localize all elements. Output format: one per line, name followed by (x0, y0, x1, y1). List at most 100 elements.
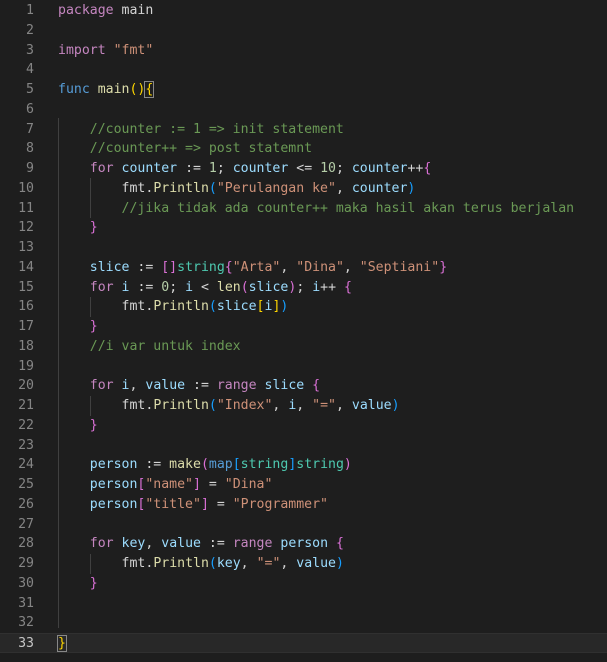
code-token: Println (153, 299, 209, 315)
code-token: func (58, 82, 90, 97)
code-text: } (58, 574, 98, 594)
code-token: "Perulangan ke" (216, 180, 336, 196)
code-text: //i var untuk index (58, 337, 241, 357)
line-number: 18 (18, 338, 34, 354)
code-token: = (200, 477, 225, 492)
code-line[interactable]: 14 slice := []string{"Arta", "Dina", "Se… (0, 258, 607, 278)
code-token: "name" (145, 477, 193, 492)
code-token: "=" (256, 556, 281, 571)
code-token: for (89, 536, 114, 552)
line-number: 12 (18, 220, 34, 236)
code-token: person (89, 477, 138, 492)
code-token: , (343, 259, 360, 275)
code-line[interactable]: 33} (0, 633, 607, 653)
code-token: ( (208, 398, 217, 413)
code-line[interactable]: 27 (0, 515, 607, 535)
code-token: ; (296, 279, 313, 295)
code-token: counter (232, 161, 289, 176)
code-line[interactable]: 8 //counter++ => post statemnt (0, 139, 607, 159)
line-number: 27 (18, 516, 34, 532)
code-line[interactable]: 26 person["title"] = "Programmer" (0, 495, 607, 515)
code-token: ) (391, 398, 400, 413)
code-line[interactable]: 25 person["name"] = "Dina" (0, 475, 607, 495)
code-text: person["title"] = "Programmer" (58, 495, 328, 515)
code-line[interactable]: 15 for i := 0; i < len(slice); i++ { (0, 278, 607, 298)
code-token: i (312, 279, 321, 295)
code-text: for key, value := range person { (58, 534, 344, 554)
code-token: = (208, 496, 233, 512)
code-token: , (145, 536, 162, 552)
code-token: map (208, 457, 233, 473)
code-line[interactable]: 16 fmt.Println(slice[i]) (0, 297, 607, 317)
code-line[interactable]: 20 for i, value := range slice { (0, 376, 607, 396)
code-line[interactable]: 30 } (0, 574, 607, 594)
line-number: 6 (26, 101, 34, 117)
code-token: , (272, 398, 289, 413)
code-token: 1 (208, 161, 217, 176)
code-token: string (240, 457, 289, 473)
code-token: main (121, 3, 154, 18)
code-line[interactable]: 7 //counter := 1 => init statement (0, 120, 607, 140)
code-line[interactable]: 1 package main (0, 1, 607, 21)
code-text: //counter++ => post statemnt (58, 139, 312, 159)
code-line[interactable]: 11 //jika tidak ada counter++ maka hasil… (0, 199, 607, 219)
code-line[interactable]: 24 person := make(map[string]string) (0, 455, 607, 475)
line-number: 22 (18, 417, 34, 433)
code-text: } (58, 416, 98, 436)
code-token: counter (351, 161, 408, 176)
code-token: "fmt" (113, 42, 154, 58)
code-text: //counter := 1 => init statement (58, 120, 344, 140)
code-token: := (200, 536, 233, 552)
code-line[interactable]: 5 func main(){ (0, 80, 607, 100)
code-editor[interactable]: 1 package main 2 3 import "fmt" 4 5 func main()… (0, 0, 607, 662)
code-token: Println (153, 556, 209, 571)
code-token: counter (121, 161, 178, 176)
code-line[interactable]: 32 (0, 613, 607, 633)
code-line[interactable]: 31 (0, 594, 607, 614)
code-line[interactable]: 6 (0, 100, 607, 120)
code-text: fmt.Println("Index", i, "=", value) (58, 396, 400, 416)
line-number: 20 (18, 378, 34, 394)
code-line[interactable]: 3 import "fmt" (0, 41, 607, 61)
code-token: "title" (145, 496, 201, 512)
code-line[interactable]: 28 for key, value := range person { (0, 534, 607, 554)
code-token: { (335, 536, 344, 552)
code-token: := (185, 378, 217, 394)
code-token: fmt (121, 180, 146, 196)
code-token: person (280, 536, 329, 552)
code-line[interactable]: 13 (0, 238, 607, 258)
code-token: string (296, 457, 344, 473)
code-token: for (89, 378, 114, 394)
code-line[interactable]: 2 (0, 21, 607, 41)
line-number: 13 (18, 240, 34, 255)
code-line[interactable]: 18 //i var untuk index (0, 337, 607, 357)
code-line[interactable]: 22 } (0, 416, 607, 436)
code-line[interactable]: 17 } (0, 317, 607, 337)
code-token: := (129, 279, 162, 295)
code-line[interactable]: 19 (0, 357, 607, 377)
code-line[interactable]: 10 fmt.Println("Perulangan ke", counter) (0, 179, 607, 199)
code-token: ( (208, 299, 217, 315)
code-token: , (280, 259, 297, 275)
code-token: { (144, 81, 155, 98)
code-token: ( (208, 556, 217, 571)
code-token: "Septiani" (359, 259, 440, 275)
code-token: } (439, 259, 448, 275)
code-text: func main(){ (58, 80, 155, 100)
code-line[interactable]: 4 (0, 60, 607, 80)
code-line[interactable]: 12 } (0, 218, 607, 238)
code-token: //jika tidak ada counter++ maka hasil ak… (121, 200, 575, 216)
code-token: { (344, 279, 352, 295)
code-token: import (58, 42, 106, 58)
code-line[interactable]: 23 (0, 436, 607, 456)
code-line[interactable]: 9 for counter := 1; counter <= 10; count… (0, 159, 607, 179)
code-line[interactable]: 21 fmt.Println("Index", i, "=", value) (0, 396, 607, 416)
code-line[interactable]: 29 fmt.Println(key, "=", value) (0, 554, 607, 574)
